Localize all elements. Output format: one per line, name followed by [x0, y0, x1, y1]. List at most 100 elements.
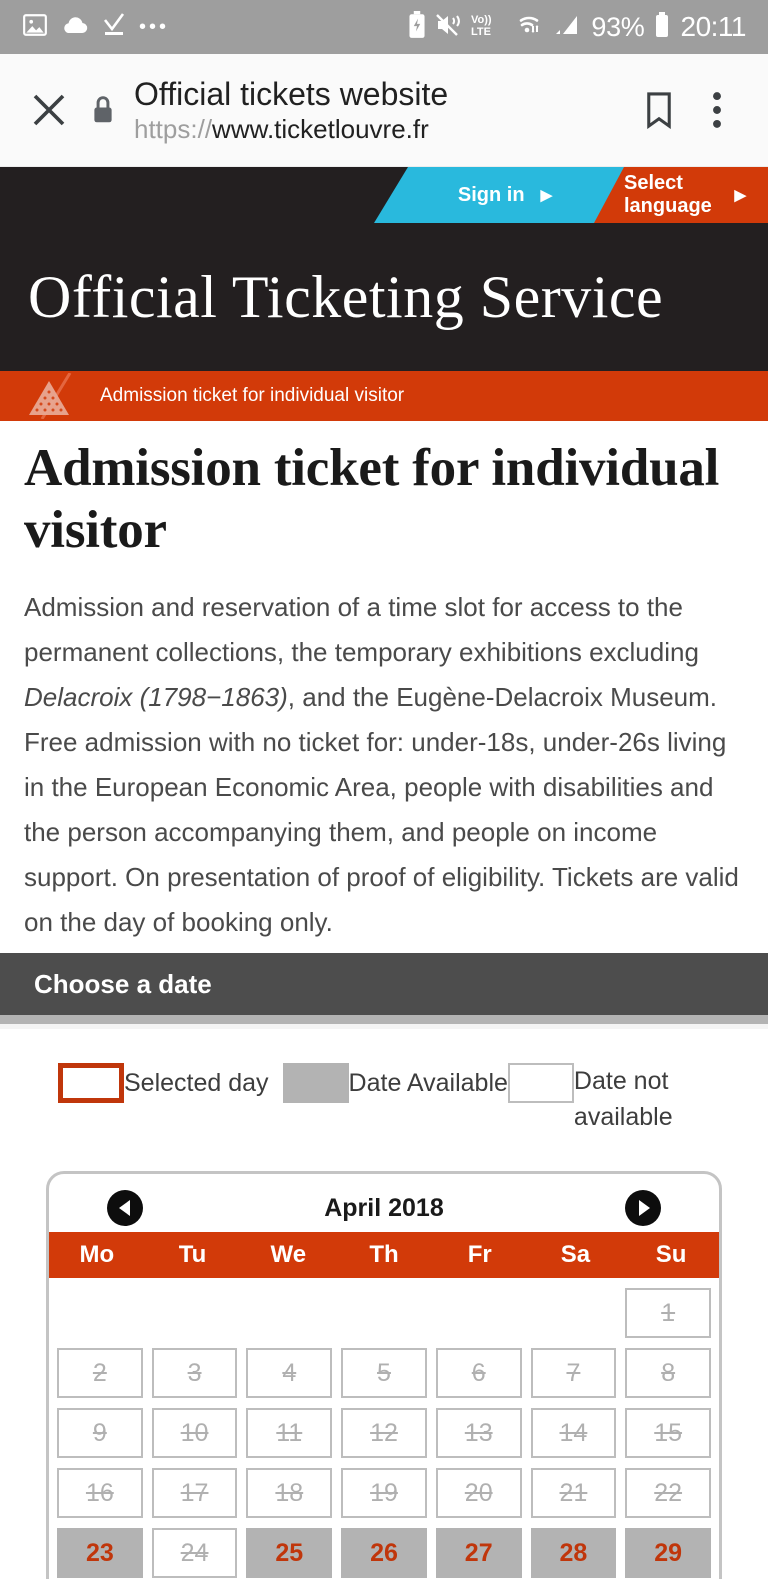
calendar-day-27[interactable]: 27 [435, 1528, 522, 1578]
sign-in-label: Sign in [457, 183, 525, 206]
calendar-weekday-we: We [270, 1241, 307, 1268]
clock-label: 20:11 [680, 11, 747, 42]
calendar-day-15: 15 [625, 1408, 711, 1458]
breadcrumb: Admission ticket for individual visitor [0, 371, 768, 421]
calendar-day-20: 20 [435, 1468, 522, 1518]
calendar-day-grid: 1 2 3 4 5 6 7 8 9 10 11 12 13 14 15 16 17 18 19 20 21 22 23 24 2… [49, 1278, 719, 1579]
url-scheme: https:// [134, 114, 213, 144]
calendar-weekday-th: Th [369, 1241, 399, 1268]
calendar-day-24: 24 [151, 1528, 238, 1578]
bookmark-button[interactable] [630, 91, 688, 129]
legend-selected: Selected day [58, 1063, 269, 1103]
calendar-weekday-su: Su [655, 1241, 687, 1268]
select-language-label: Select language [624, 172, 712, 217]
overflow-menu-button[interactable] [688, 91, 746, 129]
calendar-day-6: 6 [435, 1348, 522, 1398]
calendar-header: April 2018 [49, 1184, 719, 1232]
calendar-day-9: 9 [57, 1408, 143, 1458]
svg-text:Vo)): Vo)) [471, 14, 492, 26]
battery-icon [654, 11, 670, 44]
calendar-day-21: 21 [530, 1468, 617, 1518]
calendar-empty-cell [152, 1288, 238, 1338]
calendar-day-28[interactable]: 28 [530, 1528, 617, 1578]
status-bar-notifications: ••• [22, 12, 169, 43]
calendar-weekday-mo: Mo [79, 1241, 115, 1268]
calendar-day-18: 18 [246, 1468, 333, 1518]
louvre-pyramid-icon [22, 373, 88, 419]
description-run: Admission and reservation of a time slot… [24, 592, 699, 667]
legend-available: Date Available [282, 1063, 508, 1103]
calendar-day-3: 3 [151, 1348, 238, 1398]
choose-date-label: Choose a date [34, 968, 212, 999]
choose-date-section-header: Choose a date [0, 953, 768, 1015]
signal-icon [554, 12, 582, 43]
calendar-day-8: 8 [625, 1348, 711, 1398]
calendar-day-12: 12 [341, 1408, 427, 1458]
calendar-day-17: 17 [151, 1468, 238, 1518]
page-title-label: Official tickets website [134, 76, 449, 112]
section-divider [0, 1015, 768, 1024]
description-run: , and the Eugène-Delacroix Museum. Free … [24, 682, 739, 937]
previous-month-button[interactable] [107, 1190, 143, 1226]
legend-swatch-selected [58, 1063, 124, 1103]
calendar-day-10: 10 [151, 1408, 238, 1458]
url-host: www.ticketlouvre.fr [212, 114, 429, 144]
chevron-right-icon: ▶ [540, 186, 553, 204]
close-tab-button[interactable] [22, 89, 76, 131]
page-content: Admission ticket for individual visitor … [0, 421, 768, 953]
calendar-month-label: April 2018 [324, 1193, 444, 1222]
calendar-weekday-header: Mo Tu We Th Fr Sa Su [49, 1232, 719, 1278]
calendar-day-16: 16 [57, 1468, 143, 1518]
next-month-button[interactable] [625, 1190, 661, 1226]
calendar-day-7: 7 [530, 1348, 617, 1398]
calendar-weekday-sa: Sa [560, 1241, 591, 1268]
svg-text:LTE: LTE [471, 26, 491, 38]
legend-swatch-available [282, 1063, 349, 1103]
calendar-day-14: 14 [530, 1408, 617, 1458]
calendar-day-22: 22 [625, 1468, 711, 1518]
page-description: Admission and reservation of a time slot… [24, 561, 744, 953]
site-top-nav: Sign in ▶ Select language ▶ [0, 167, 768, 223]
calendar-day-29[interactable]: 29 [625, 1528, 711, 1578]
status-bar-indicators: Vo)) LTE 93% 20:11 [408, 10, 747, 44]
battery-saver-icon [408, 10, 426, 44]
calendar-day-25[interactable]: 25 [246, 1528, 333, 1578]
calendar-day-2: 2 [57, 1348, 143, 1398]
legend-label-available: Date Available [348, 1069, 508, 1097]
chevron-left-icon [118, 1200, 130, 1216]
wifi-icon [513, 12, 545, 43]
image-icon [22, 12, 48, 43]
calendar-container: April 2018 Mo Tu We Th Fr Sa Su 1 2 3 4 5 6 7 8 9 10 11 1… [0, 1135, 768, 1579]
calendar-empty-cell [341, 1288, 427, 1338]
date-picker-calendar: April 2018 Mo Tu We Th Fr Sa Su 1 2 3 4 5 6 7 8 9 10 11 1… [46, 1171, 722, 1579]
page-heading: Admission ticket for individual visitor [24, 439, 720, 559]
site-brand-banner: Official Ticketing Service [0, 223, 768, 371]
calendar-weekday-fr: Fr [467, 1241, 492, 1268]
browser-toolbar: Official tickets website https://www.tic… [0, 54, 768, 167]
legend-swatch-not-available [507, 1063, 574, 1103]
url-label: https://www.ticketlouvre.fr [134, 113, 630, 145]
calendar-day-11: 11 [246, 1408, 333, 1458]
calendar-day-4: 4 [246, 1348, 333, 1398]
address-bar[interactable]: Official tickets website https://www.tic… [130, 75, 630, 145]
sign-in-button[interactable]: Sign in ▶ [374, 167, 624, 223]
calendar-day-19: 19 [341, 1468, 427, 1518]
legend-label-not-available: Date not available [573, 1067, 673, 1131]
mute-vibrate-icon [435, 12, 461, 43]
legend-not-available: Date not available [507, 1063, 704, 1135]
calendar-empty-cell [246, 1288, 332, 1338]
more-dots-icon: ••• [139, 16, 170, 38]
cloud-icon [61, 14, 89, 41]
battery-percent-label: 93% [591, 11, 645, 42]
chevron-right-icon [638, 1200, 650, 1216]
calendar-day-26[interactable]: 26 [341, 1528, 427, 1578]
calendar-day-23[interactable]: 23 [57, 1528, 143, 1578]
description-italic-run: Delacroix (1798−1863) [24, 682, 288, 712]
calendar-weekday-tu: Tu [178, 1241, 207, 1268]
calendar-empty-cell [436, 1288, 522, 1338]
chevron-right-icon: ▶ [734, 186, 746, 204]
select-language-button[interactable]: Select language ▶ [594, 167, 768, 223]
calendar-day-13: 13 [435, 1408, 522, 1458]
breadcrumb-label: Admission ticket for individual visitor [100, 385, 405, 406]
calendar-day-5: 5 [341, 1348, 427, 1398]
